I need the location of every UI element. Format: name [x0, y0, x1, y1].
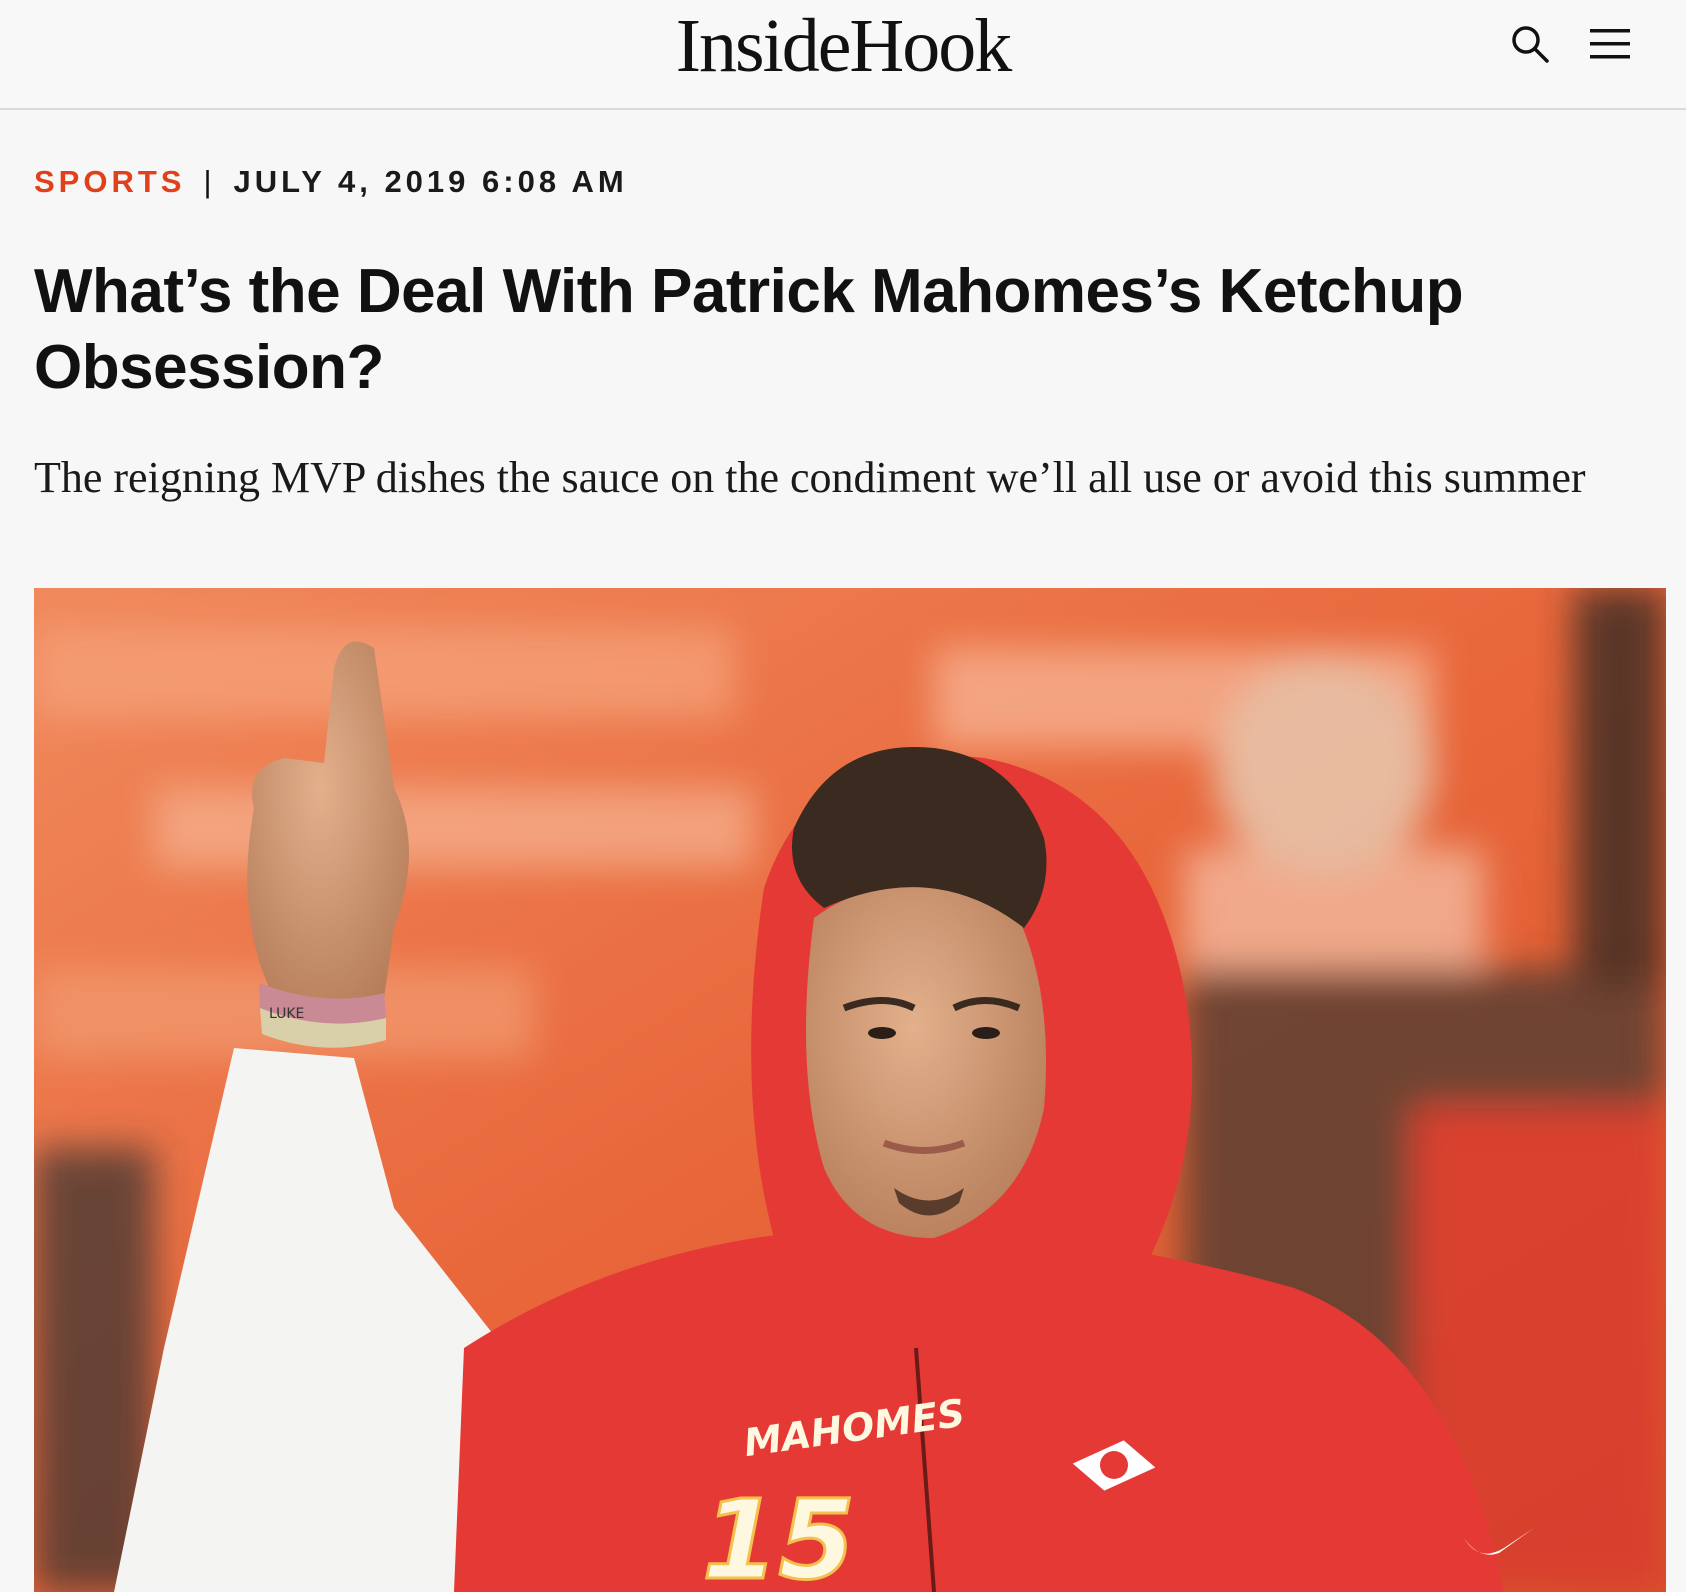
article-title: What’s the Deal With Patrick Mahomes’s K…: [34, 257, 1464, 402]
site-logo[interactable]: InsideHook: [0, 0, 1686, 92]
article-main: SPORTS | JULY 4, 2019 6:08 AM What’s the…: [0, 162, 1686, 506]
header-actions: [1508, 22, 1632, 66]
publish-date: JULY 4, 2019 6:08 AM: [233, 164, 628, 199]
category-link[interactable]: SPORTS: [34, 162, 185, 202]
search-icon[interactable]: [1508, 22, 1552, 66]
article-meta: SPORTS | JULY 4, 2019 6:08 AM: [34, 162, 1652, 202]
jersey-number: 15: [702, 1476, 855, 1592]
article-subtitle: The reigning MVP dishes the sauce on the…: [34, 453, 1586, 502]
hero-image: LUKE MAHOMES 15: [34, 588, 1666, 1592]
site-header: InsideHook: [0, 0, 1686, 110]
hero-photo-illustration: LUKE MAHOMES 15: [34, 588, 1666, 1592]
wristband-text: LUKE: [269, 1006, 304, 1022]
meta-separator: |: [203, 164, 216, 199]
hamburger-menu-icon[interactable]: [1588, 22, 1632, 66]
